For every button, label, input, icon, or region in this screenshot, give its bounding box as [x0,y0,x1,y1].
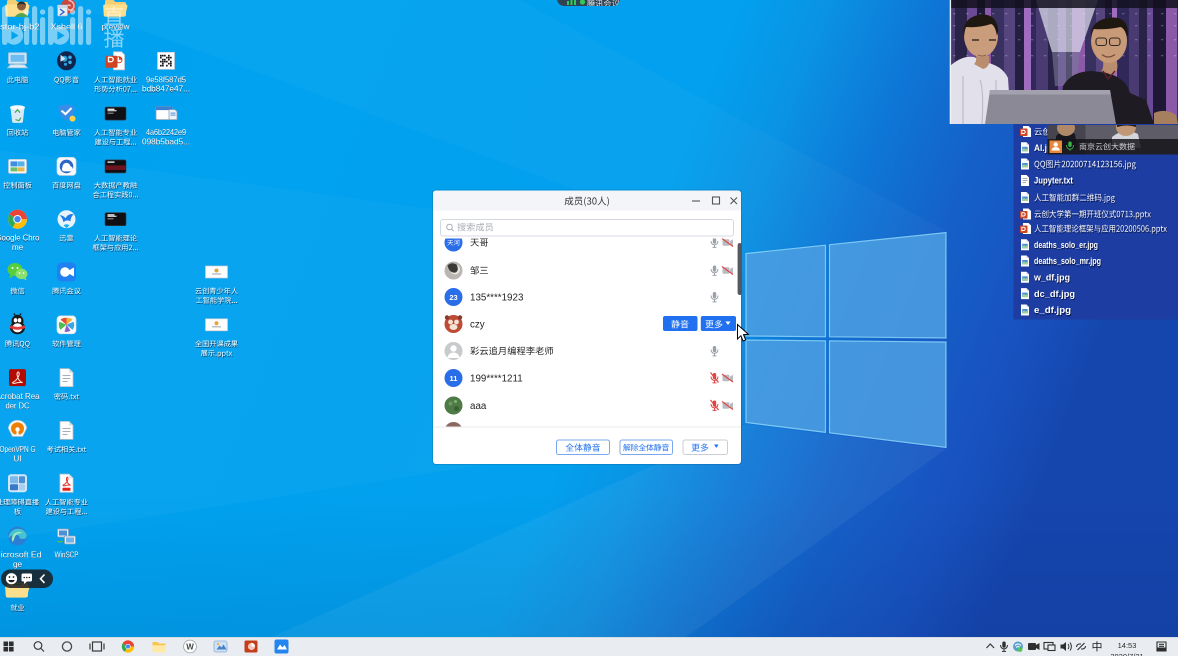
svg-text:deaths_solo_er.jpg: deaths_solo_er.jpg [1034,240,1098,250]
svg-text:4a6b2242e9: 4a6b2242e9 [146,128,186,137]
svg-text:14:53: 14:53 [1118,641,1137,650]
svg-text:dc_df.jpg: dc_df.jpg [1034,289,1075,299]
svg-text:UI: UI [13,454,21,463]
svg-text:deaths_solo_mr.jpg: deaths_solo_mr.jpg [1034,256,1101,266]
svg-text:098b5bad5...: 098b5bad5... [142,138,190,147]
svg-text:2020/7/21: 2020/7/21 [1110,652,1143,656]
svg-text:der DC: der DC [6,402,30,411]
svg-text:ge: ge [13,560,23,569]
svg-text:e_df.jpg: e_df.jpg [1034,305,1071,315]
svg-text:Acrobat Rea: Acrobat Rea [0,392,40,401]
svg-text:w_df.jpg: w_df.jpg [1033,273,1070,283]
svg-text:11: 11 [450,374,458,383]
svg-text:me: me [12,243,24,252]
svg-text:bdb847e47...: bdb847e47... [142,85,190,94]
svg-text:23: 23 [449,293,457,302]
svg-text:135****1923: 135****1923 [470,292,524,303]
svg-text:WinSCP: WinSCP [55,551,79,560]
svg-text:czy: czy [470,319,485,330]
svg-text:Jupyter.txt: Jupyter.txt [1034,176,1073,186]
svg-text:aaa: aaa [470,401,487,412]
svg-text:Google Chro: Google Chro [0,234,40,243]
svg-text:9e58f587d5: 9e58f587d5 [146,75,186,84]
svg-text:199****1211: 199****1211 [470,373,523,384]
svg-text:OpenVPN G: OpenVPN G [0,445,36,454]
svg-text:W: W [186,643,194,652]
svg-text:Microsoft Ed: Microsoft Ed [0,551,42,560]
